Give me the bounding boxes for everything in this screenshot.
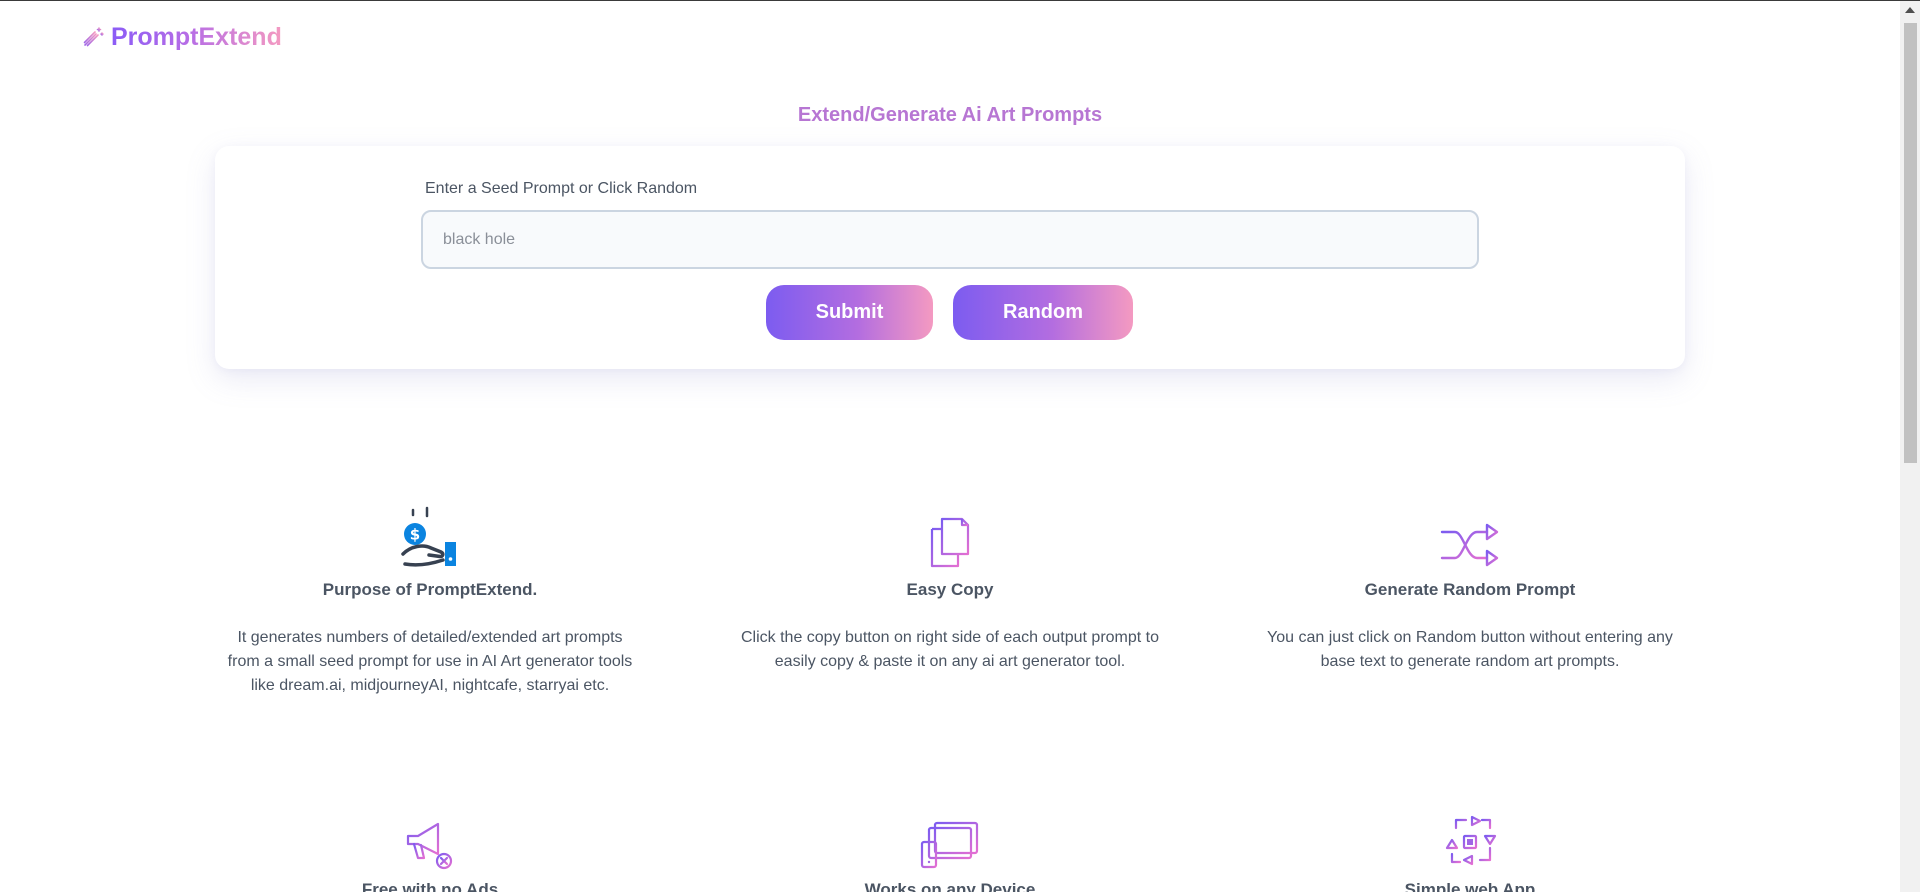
window-top-border xyxy=(0,0,1920,1)
submit-button[interactable]: Submit xyxy=(766,285,933,340)
feature-title: Simple web App xyxy=(1404,880,1536,892)
feature-description: Click the copy button on right side of e… xyxy=(740,629,1160,670)
brand-name: PromptExtend xyxy=(111,22,282,51)
feature-no-ads: Free with no Ads xyxy=(200,800,660,892)
feature-title: Generate Random Prompt xyxy=(1364,580,1576,599)
page-title: Extend/Generate Ai Art Prompts xyxy=(797,104,1103,126)
megaphone-no-ads-icon xyxy=(200,800,660,870)
feature-purpose: $ Purpose of PromptExtend. It generates … xyxy=(200,500,660,698)
shuffle-icon xyxy=(1240,500,1700,570)
hand-money-icon: $ xyxy=(200,500,660,570)
feature-description: You can just click on Random button with… xyxy=(1267,629,1673,670)
seed-prompt-label: Enter a Seed Prompt or Click Random xyxy=(425,180,698,197)
svg-text:$: $ xyxy=(410,526,420,544)
feature-title: Free with no Ads xyxy=(361,880,499,892)
feature-simple-web-app: Simple web App xyxy=(1240,800,1700,892)
feature-any-device: Works on any Device xyxy=(720,800,1180,892)
page-scrollbar[interactable] xyxy=(1900,1,1920,892)
magic-wand-icon xyxy=(81,25,105,49)
feature-title: Easy Copy xyxy=(906,580,994,599)
random-button[interactable]: Random xyxy=(953,285,1133,340)
devices-icon xyxy=(720,800,1180,870)
scrollbar-thumb[interactable] xyxy=(1904,23,1917,463)
feature-title: Purpose of PromptExtend. xyxy=(322,580,538,599)
feature-random-prompt: Generate Random Prompt You can just clic… xyxy=(1240,500,1700,674)
feature-easy-copy: Easy Copy Click the copy button on right… xyxy=(720,500,1180,674)
copy-documents-icon xyxy=(720,500,1180,570)
web-app-flow-icon xyxy=(1240,800,1700,870)
feature-title: Works on any Device xyxy=(864,880,1036,892)
seed-prompt-input[interactable] xyxy=(421,210,1479,269)
brand-logo-link[interactable]: PromptExtend xyxy=(81,20,282,54)
scroll-up-arrow-icon[interactable] xyxy=(1905,7,1915,13)
feature-description: It generates numbers of detailed/extende… xyxy=(227,629,633,694)
